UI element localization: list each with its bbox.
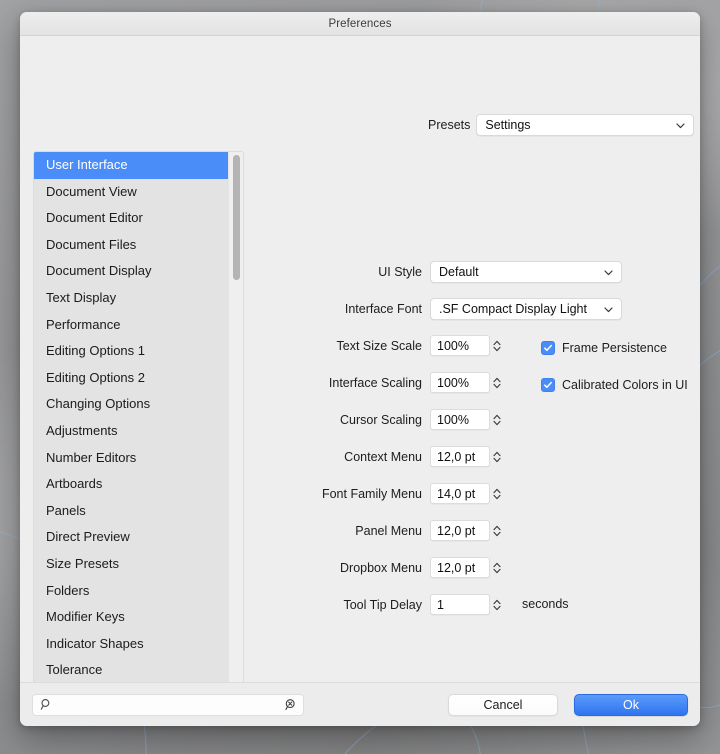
interface-font-dropdown[interactable]: .SF Compact Display Light [430,298,622,320]
ui-style-value: Default [439,265,594,279]
context-menu-label: Context Menu [252,446,430,468]
sidebar-item-user-interface[interactable]: User Interface [34,152,230,179]
row-context-menu: Context Menu 12,0 pt [252,446,692,483]
stepper-arrows-icon[interactable] [491,338,503,354]
search-icon [40,698,53,711]
presets-label: Presets [428,118,470,132]
preferences-window: Preferences Presets Settings User Interf… [20,12,700,726]
ui-style-label: UI Style [252,261,430,283]
presets-dropdown[interactable]: Settings [476,114,694,136]
dropbox-menu-value: 12,0 pt [437,561,489,575]
sidebar-item-performance[interactable]: Performance [34,312,230,339]
panel-menu-value: 12,0 pt [437,524,489,538]
cancel-button[interactable]: Cancel [448,694,558,716]
sidebar-item-direct-preview[interactable]: Direct Preview [34,524,230,551]
interface-scaling-label: Interface Scaling [252,372,430,394]
stepper-arrows-icon[interactable] [491,412,503,428]
font-family-menu-label: Font Family Menu [252,483,430,505]
sidebar-item-text-display[interactable]: Text Display [34,285,230,312]
sidebar-item-document-editor[interactable]: Document Editor [34,205,230,232]
sidebar-item-size-presets[interactable]: Size Presets [34,551,230,578]
sidebar-scrollbar-track[interactable] [228,152,243,703]
stepper-arrows-icon[interactable] [491,560,503,576]
stepper-arrows-icon[interactable] [491,597,503,613]
calibrated-colors-checkbox-row[interactable]: Calibrated Colors in UI [541,378,688,392]
stepper-arrows-icon[interactable] [491,486,503,502]
sidebar-item-editing-options-2[interactable]: Editing Options 2 [34,365,230,392]
font-family-menu-value: 14,0 pt [437,487,489,501]
interface-scaling-value: 100% [437,376,489,390]
chevron-down-icon [602,266,615,279]
sidebar-item-tolerance[interactable]: Tolerance [34,657,230,684]
row-font-family-menu: Font Family Menu 14,0 pt [252,483,692,520]
panel-menu-stepper[interactable]: 12,0 pt [430,520,490,541]
window-footer: Cancel Ok [20,682,700,726]
row-cursor-scaling: Cursor Scaling 100% [252,409,692,446]
dropbox-menu-label: Dropbox Menu [252,557,430,579]
text-size-scale-label: Text Size Scale [252,335,430,357]
row-tool-tip-delay: Tool Tip Delay 1 seconds [252,594,692,631]
tool-tip-delay-value: 1 [437,598,489,612]
ui-style-dropdown[interactable]: Default [430,261,622,283]
calibrated-colors-label: Calibrated Colors in UI [562,378,688,392]
ok-button[interactable]: Ok [574,694,688,716]
sidebar-item-indicator-shapes[interactable]: Indicator Shapes [34,631,230,658]
user-interface-settings-form: UI Style Default Interface Font .SF Comp… [252,261,692,631]
presets-row: Presets Settings [428,114,694,136]
preferences-category-list[interactable]: User InterfaceDocument ViewDocument Edit… [33,151,244,704]
sidebar-item-folders[interactable]: Folders [34,578,230,605]
checkbox-frame-persistence[interactable] [541,341,555,355]
context-menu-stepper[interactable]: 12,0 pt [430,446,490,467]
chevron-down-icon [602,303,615,316]
text-size-scale-value: 100% [437,339,489,353]
sidebar-item-changing-options[interactable]: Changing Options [34,391,230,418]
sidebar-item-document-view[interactable]: Document View [34,179,230,206]
sidebar-item-document-files[interactable]: Document Files [34,232,230,259]
stepper-arrows-icon[interactable] [491,375,503,391]
frame-persistence-checkbox-row[interactable]: Frame Persistence [541,341,667,355]
tool-tip-delay-stepper[interactable]: 1 [430,594,490,615]
search-clear-icon[interactable] [284,698,297,711]
row-ui-style: UI Style Default [252,261,692,298]
row-dropbox-menu: Dropbox Menu 12,0 pt [252,557,692,594]
sidebar-item-editing-options-1[interactable]: Editing Options 1 [34,338,230,365]
category-list-items: User InterfaceDocument ViewDocument Edit… [34,152,230,704]
stepper-arrows-icon[interactable] [491,523,503,539]
sidebar-item-document-display[interactable]: Document Display [34,258,230,285]
window-body: Presets Settings User InterfaceDocument … [20,36,700,682]
sidebar-item-modifier-keys[interactable]: Modifier Keys [34,604,230,631]
checkbox-calibrated-colors[interactable] [541,378,555,392]
stepper-arrows-icon[interactable] [491,449,503,465]
sidebar-item-number-editors[interactable]: Number Editors [34,445,230,472]
interface-font-label: Interface Font [252,298,430,320]
sidebar-item-adjustments[interactable]: Adjustments [34,418,230,445]
tool-tip-delay-label: Tool Tip Delay [252,594,430,616]
tool-tip-delay-unit: seconds [522,594,569,615]
search-input[interactable] [53,698,284,712]
search-field[interactable] [32,694,304,716]
presets-value: Settings [485,118,666,132]
frame-persistence-label: Frame Persistence [562,341,667,355]
text-size-scale-stepper[interactable]: 100% [430,335,490,356]
sidebar-item-artboards[interactable]: Artboards [34,471,230,498]
panel-menu-label: Panel Menu [252,520,430,542]
row-panel-menu: Panel Menu 12,0 pt [252,520,692,557]
sidebar-item-panels[interactable]: Panels [34,498,230,525]
cursor-scaling-stepper[interactable]: 100% [430,409,490,430]
chevron-down-icon [674,119,687,132]
context-menu-value: 12,0 pt [437,450,489,464]
row-interface-font: Interface Font .SF Compact Display Light [252,298,692,335]
font-family-menu-stepper[interactable]: 14,0 pt [430,483,490,504]
cursor-scaling-value: 100% [437,413,489,427]
footer-buttons: Cancel Ok [448,694,688,716]
window-titlebar[interactable]: Preferences [20,12,700,36]
window-title: Preferences [328,18,391,30]
interface-font-value: .SF Compact Display Light [439,302,594,316]
interface-scaling-stepper[interactable]: 100% [430,372,490,393]
sidebar-scrollbar-thumb[interactable] [233,155,240,280]
cursor-scaling-label: Cursor Scaling [252,409,430,431]
dropbox-menu-stepper[interactable]: 12,0 pt [430,557,490,578]
